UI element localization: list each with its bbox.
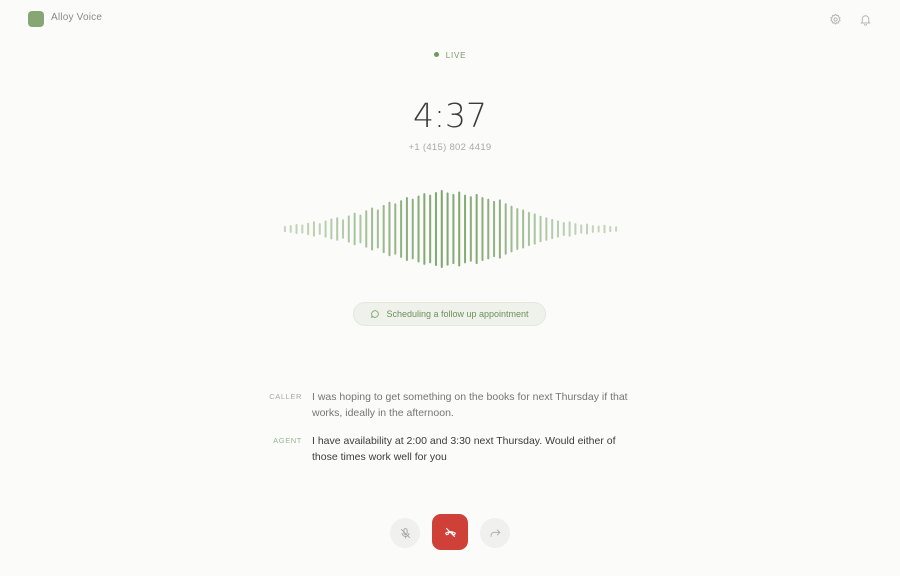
- transfer-button[interactable]: [480, 518, 510, 548]
- waveform-bar: [440, 190, 443, 268]
- waveform-bar: [539, 215, 542, 243]
- waveform-bar: [312, 221, 315, 237]
- audio-waveform: [283, 190, 618, 268]
- waveform-bar: [597, 225, 600, 233]
- waveform-bar: [493, 200, 496, 258]
- live-label: LIVE: [445, 51, 467, 60]
- waveform-bar: [359, 214, 362, 244]
- waveform-bar: [283, 225, 286, 233]
- waveform-bar: [475, 193, 478, 265]
- waveform-bar: [609, 225, 612, 233]
- waveform-bar: [510, 205, 513, 253]
- transcript-turn: AGENT I have availability at 2:00 and 3:…: [260, 433, 640, 465]
- waveform-bar: [452, 193, 455, 265]
- utterance-text: I was hoping to get something on the boo…: [312, 391, 628, 419]
- end-call-button[interactable]: [432, 514, 468, 550]
- top-bar: Alloy Voice: [0, 0, 900, 38]
- waveform-bar: [533, 213, 536, 245]
- waveform-bar: [429, 194, 432, 264]
- live-dot-icon: [433, 52, 439, 57]
- waveform-bar: [382, 204, 385, 254]
- settings-icon[interactable]: [826, 10, 844, 28]
- waveform-bar: [469, 196, 472, 262]
- call-timer: 4:37: [412, 96, 488, 135]
- waveform-bar: [365, 210, 368, 248]
- app-title: Alloy Voice: [51, 12, 103, 23]
- waveform-bar: [464, 194, 467, 264]
- chat-bubble-icon: [371, 310, 380, 319]
- waveform-bar: [527, 211, 530, 247]
- waveform-bar: [411, 198, 414, 260]
- waveform-bar: [556, 220, 559, 238]
- utterance-text: I have availability at 2:00 and 3:30 nex…: [312, 435, 616, 463]
- waveform-bar: [336, 217, 339, 241]
- activity-status-pill: Scheduling a follow up appointment: [353, 302, 546, 326]
- waveform-bar: [324, 220, 327, 238]
- waveform-bar: [487, 198, 490, 260]
- forward-arrow-icon: [490, 528, 501, 537]
- waveform-bar: [318, 223, 321, 235]
- waveform-bar: [446, 192, 449, 266]
- waveform-bar: [516, 207, 519, 251]
- live-indicator: LIVE: [0, 51, 900, 60]
- transcript: CALLER I was hoping to get something on …: [260, 389, 640, 477]
- mic-off-icon: [400, 527, 410, 538]
- waveform-bar: [434, 191, 437, 267]
- waveform-bar: [504, 203, 507, 255]
- bell-icon[interactable]: [856, 10, 874, 28]
- waveform-bar: [400, 200, 403, 258]
- waveform-bar: [394, 203, 397, 255]
- waveform-bar: [458, 191, 461, 267]
- waveform-bar: [522, 209, 525, 249]
- phone-number: +1 (415) 802 4419: [408, 142, 492, 153]
- app-logo: [28, 11, 44, 27]
- waveform-bar: [574, 223, 577, 235]
- waveform-bar: [330, 218, 333, 240]
- waveform-bar: [568, 221, 571, 237]
- waveform-bar: [405, 197, 408, 261]
- waveform-bar: [342, 219, 345, 239]
- waveform-bar: [353, 212, 356, 246]
- transcript-turn: CALLER I was hoping to get something on …: [260, 389, 640, 421]
- waveform-bar: [551, 218, 554, 240]
- waveform-bar: [562, 221, 565, 237]
- waveform-bar: [615, 226, 618, 232]
- waveform-bar: [289, 225, 292, 233]
- waveform-bar: [347, 215, 350, 243]
- waveform-bar: [371, 207, 374, 251]
- phone-hangup-icon: [444, 527, 456, 537]
- waveform-bar: [376, 209, 379, 249]
- waveform-bar: [603, 224, 606, 234]
- waveform-bar: [545, 217, 548, 241]
- speaker-label: AGENT: [273, 436, 302, 445]
- speaker-label: CALLER: [269, 392, 302, 401]
- waveform-bar: [417, 195, 420, 263]
- activity-label: Scheduling a follow up appointment: [386, 309, 529, 319]
- waveform-bar: [388, 201, 391, 257]
- waveform-bar: [307, 222, 310, 236]
- mute-button[interactable]: [390, 518, 420, 548]
- call-controls: [0, 514, 900, 552]
- waveform-bar: [295, 223, 298, 235]
- waveform-bar: [580, 224, 583, 234]
- waveform-bar: [423, 193, 426, 265]
- waveform-bar: [591, 225, 594, 233]
- waveform-bar: [301, 224, 304, 234]
- waveform-bar: [481, 197, 484, 261]
- waveform-bar: [498, 199, 501, 259]
- waveform-bar: [586, 223, 589, 235]
